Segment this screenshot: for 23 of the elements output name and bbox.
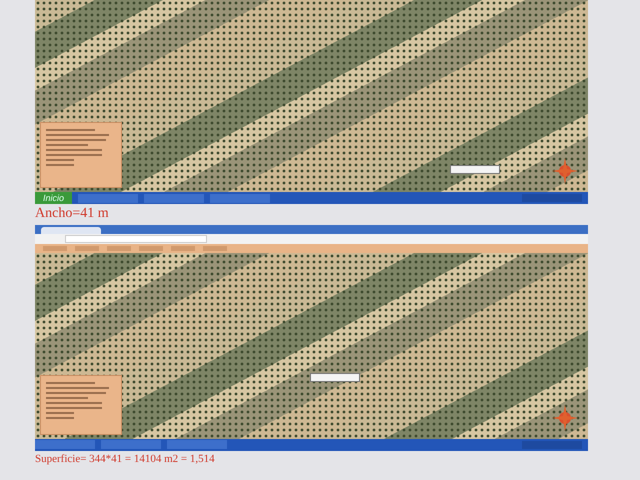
- address-field[interactable]: [65, 234, 207, 243]
- system-tray: [522, 440, 582, 449]
- compass-rose-icon: [552, 158, 578, 184]
- toolbar-button[interactable]: [139, 246, 163, 251]
- caption-text: Ancho=41 m: [35, 205, 110, 223]
- taskbar-button[interactable]: [78, 194, 138, 202]
- taskbar-button[interactable]: [210, 194, 270, 202]
- start-button[interactable]: Inicio: [35, 192, 72, 204]
- taskbar-button[interactable]: [167, 440, 227, 450]
- taskbar-button[interactable]: [144, 194, 204, 202]
- measurement-label: [450, 165, 500, 174]
- toolbar-button[interactable]: [107, 246, 131, 251]
- browser-tab[interactable]: [41, 226, 101, 234]
- taskbar-button[interactable]: [101, 440, 161, 450]
- toolbar-button[interactable]: [203, 246, 227, 251]
- toolbar-button[interactable]: [43, 246, 67, 251]
- compass-rose-icon: [552, 404, 578, 431]
- toolbar-button[interactable]: [75, 246, 99, 251]
- system-tray: [522, 194, 582, 202]
- measurement-label: [310, 372, 360, 382]
- taskbar-button[interactable]: [35, 440, 95, 450]
- caption-text: Superficie= 344*41 = 14104 m2 = 1,514: [35, 452, 216, 467]
- toolbar-button[interactable]: [171, 246, 195, 251]
